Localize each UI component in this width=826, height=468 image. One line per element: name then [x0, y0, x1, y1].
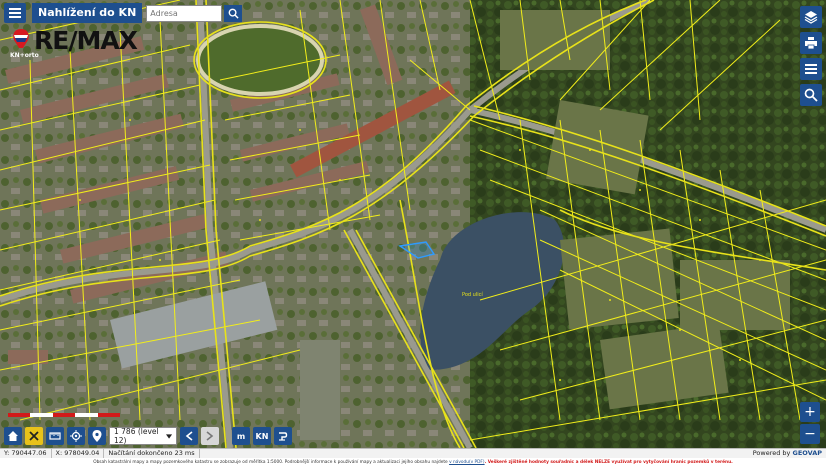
m-button-label: m	[236, 431, 246, 441]
next-view-button[interactable]	[201, 427, 219, 445]
close-icon	[29, 431, 39, 441]
right-toolbar	[800, 6, 822, 106]
kn-button[interactable]: KN	[253, 427, 271, 445]
footer-notice: Obsah katastrální mapy a mapy pozemkovéh…	[0, 458, 826, 468]
cancel-tool-button[interactable]	[25, 427, 43, 445]
arrow-right-icon	[206, 431, 214, 441]
search-icon	[804, 88, 818, 102]
map-canvas[interactable]: Pod ulicí	[0, 0, 826, 448]
menu-button[interactable]	[4, 3, 26, 23]
home-icon	[8, 431, 18, 441]
locate-icon	[70, 430, 82, 442]
home-button[interactable]	[4, 427, 22, 445]
locate-button[interactable]	[67, 427, 85, 445]
logo-subtitle: KN+orto	[10, 52, 39, 59]
pond-label: Pod ulicí	[462, 291, 483, 298]
loading-status: Načítání dokončeno 23 ms	[104, 449, 200, 458]
address-search-input[interactable]	[146, 4, 223, 22]
logo-text: RE/MAX	[34, 26, 138, 55]
scale-bar	[8, 413, 121, 417]
search-icon	[228, 8, 239, 19]
measure-button[interactable]	[46, 427, 64, 445]
map-search-button[interactable]	[800, 84, 822, 106]
arrow-left-icon	[185, 431, 193, 441]
parking-area	[300, 340, 340, 440]
balloon-icon	[13, 29, 29, 48]
coord-y: Y: 790447.06	[0, 449, 52, 458]
m-button[interactable]: m	[232, 427, 250, 445]
previous-view-button[interactable]	[180, 427, 198, 445]
info-button[interactable]	[274, 427, 292, 445]
top-bar: Nahlížení do KN	[4, 3, 243, 23]
kn-button-label: KN	[255, 431, 269, 441]
powered-prefix: Powered by	[752, 449, 793, 457]
ruler-icon	[49, 432, 61, 440]
address-search	[146, 4, 243, 22]
map-layer[interactable]: Pod ulicí	[0, 0, 826, 448]
map-app: Pod ulicí Nahlížení do KN Adresa RE/MAX …	[0, 0, 826, 468]
scale-select-value: 1 786 (level 12)	[114, 427, 159, 445]
scale-select[interactable]: 1 786 (level 12)	[109, 427, 177, 445]
remax-logo: RE/MAX KN+orto	[8, 24, 156, 64]
footer-pdf-link[interactable]: v návodu(v PDF)	[449, 460, 485, 465]
zoom-out-button[interactable]: −	[800, 424, 820, 444]
pin-button[interactable]	[88, 427, 106, 445]
layers-button[interactable]	[800, 6, 822, 28]
powered-by: Powered by GEOVAP	[749, 449, 826, 458]
menu-icon	[9, 8, 21, 10]
chevron-down-icon	[165, 433, 172, 439]
powered-brand[interactable]: GEOVAP	[792, 449, 822, 457]
search-button[interactable]	[224, 4, 243, 22]
bottom-toolbar: 1 786 (level 12) m KN	[4, 427, 292, 445]
coord-x: X: 978049.04	[52, 449, 105, 458]
info-icon	[279, 432, 288, 441]
print-button[interactable]	[800, 32, 822, 54]
list-icon	[805, 64, 817, 74]
legend-button[interactable]	[800, 58, 822, 80]
layers-icon	[804, 11, 818, 24]
printer-icon	[805, 37, 817, 50]
pin-icon	[92, 430, 102, 442]
app-title: Nahlížení do KN	[32, 3, 143, 23]
zoom-in-button[interactable]: +	[800, 402, 820, 422]
footer-warning: . Veškeré zjištěné hodnoty souřadnic a d…	[484, 460, 733, 465]
status-bar: Y: 790447.06 X: 978049.04 Načítání dokon…	[0, 448, 826, 458]
footer-text: Obsah katastrální mapy a mapy pozemkovéh…	[93, 460, 450, 465]
zoom-controls: + −	[800, 402, 820, 444]
